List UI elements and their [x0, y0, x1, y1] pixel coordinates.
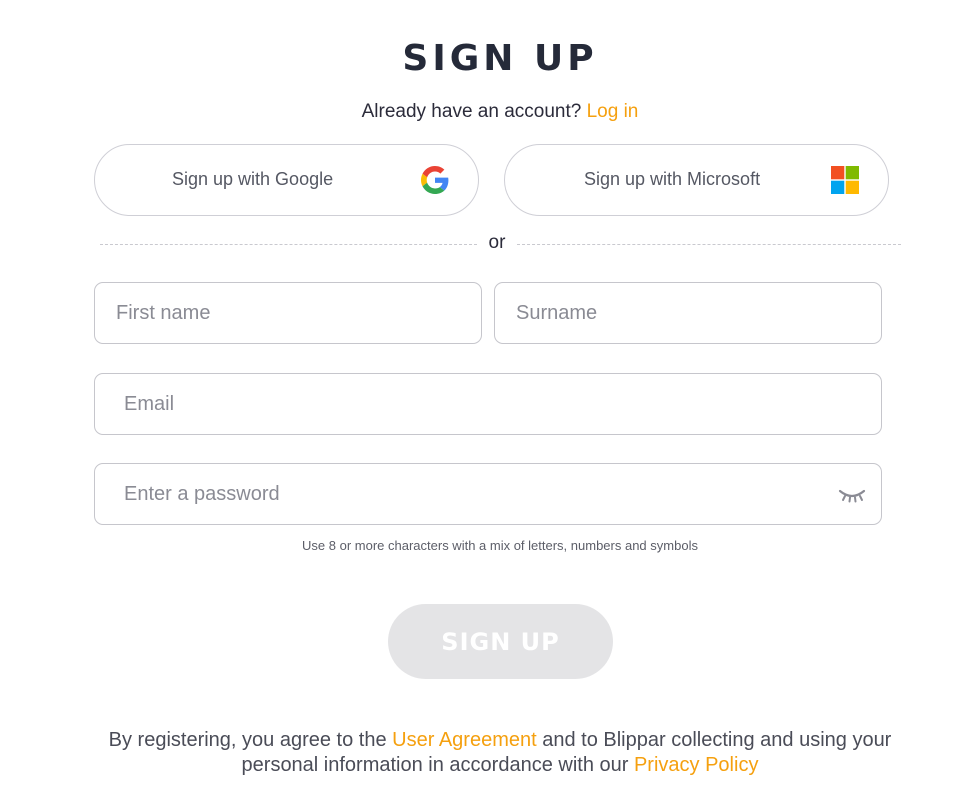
- divider-or-text: or: [488, 232, 506, 253]
- eye-closed-icon[interactable]: [837, 484, 867, 506]
- divider-line-left: [100, 244, 477, 245]
- signup-page: SIGN UP Already have an account? Log in …: [0, 0, 969, 798]
- password-field-box: [94, 463, 882, 525]
- legal-notice: By registering, you agree to the User Ag…: [80, 728, 920, 778]
- first-name-field-box: [94, 282, 482, 344]
- email-field-box: [94, 373, 882, 435]
- google-icon: [421, 166, 449, 194]
- login-prompt: Already have an account? Log in: [0, 101, 969, 123]
- microsoft-signup-button[interactable]: Sign up with Microsoft: [504, 144, 889, 216]
- legal-prefix: By registering, you agree to the: [108, 729, 387, 751]
- surname-input[interactable]: [495, 283, 881, 343]
- first-name-input[interactable]: [95, 283, 481, 343]
- microsoft-logo-icon: [831, 166, 859, 194]
- password-hint: Use 8 or more characters with a mix of l…: [302, 538, 698, 553]
- email-input[interactable]: [95, 374, 881, 434]
- login-prompt-text: Already have an account?: [361, 101, 582, 122]
- google-signup-button[interactable]: Sign up with Google: [94, 144, 479, 216]
- divider-line-right: [517, 244, 901, 245]
- password-input[interactable]: [95, 464, 881, 524]
- microsoft-signup-label: Sign up with Microsoft: [584, 169, 761, 189]
- signup-submit-button[interactable]: SIGN UP: [388, 604, 613, 679]
- surname-field-box: [494, 282, 882, 344]
- or-divider: or: [100, 232, 901, 256]
- login-link[interactable]: Log in: [587, 101, 639, 122]
- page-title: SIGN UP: [402, 38, 598, 79]
- user-agreement-link[interactable]: User Agreement: [392, 729, 537, 751]
- google-signup-label: Sign up with Google: [172, 169, 334, 189]
- privacy-policy-link[interactable]: Privacy Policy: [634, 754, 758, 776]
